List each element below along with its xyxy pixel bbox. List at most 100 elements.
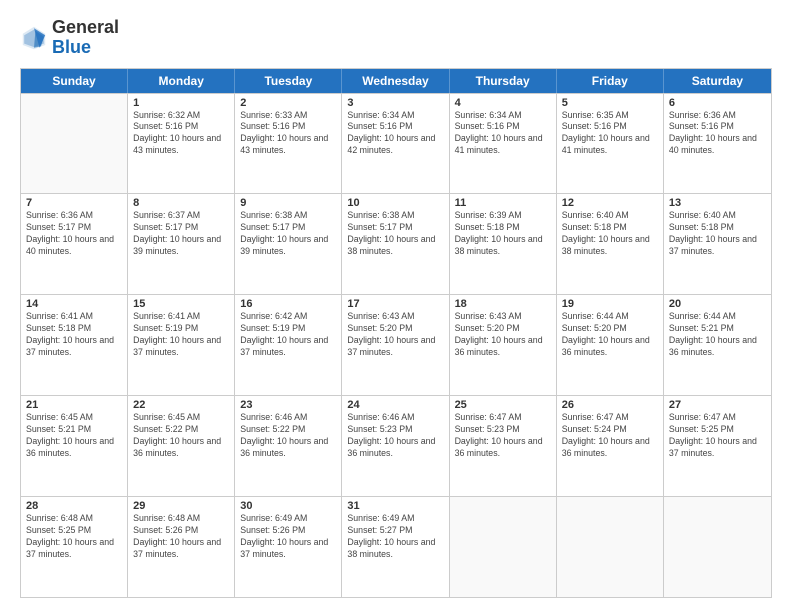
calendar-cell: 9Sunrise: 6:38 AMSunset: 5:17 PMDaylight… (235, 194, 342, 294)
calendar-cell: 12Sunrise: 6:40 AMSunset: 5:18 PMDayligh… (557, 194, 664, 294)
calendar-cell (557, 497, 664, 597)
cell-sun-info: Sunrise: 6:38 AMSunset: 5:17 PMDaylight:… (240, 210, 336, 258)
calendar-row-4: 21Sunrise: 6:45 AMSunset: 5:21 PMDayligh… (21, 395, 771, 496)
cell-sun-info: Sunrise: 6:41 AMSunset: 5:19 PMDaylight:… (133, 311, 229, 359)
day-number: 15 (133, 298, 229, 310)
day-number: 27 (669, 399, 766, 411)
calendar-row-5: 28Sunrise: 6:48 AMSunset: 5:25 PMDayligh… (21, 496, 771, 597)
logo: General Blue (20, 18, 119, 58)
calendar-cell: 2Sunrise: 6:33 AMSunset: 5:16 PMDaylight… (235, 94, 342, 194)
day-number: 22 (133, 399, 229, 411)
header-day-saturday: Saturday (664, 69, 771, 93)
cell-sun-info: Sunrise: 6:47 AMSunset: 5:24 PMDaylight:… (562, 412, 658, 460)
cell-sun-info: Sunrise: 6:47 AMSunset: 5:23 PMDaylight:… (455, 412, 551, 460)
day-number: 2 (240, 97, 336, 109)
cell-sun-info: Sunrise: 6:32 AMSunset: 5:16 PMDaylight:… (133, 110, 229, 158)
cell-sun-info: Sunrise: 6:41 AMSunset: 5:18 PMDaylight:… (26, 311, 122, 359)
day-number: 31 (347, 500, 443, 512)
calendar-cell: 11Sunrise: 6:39 AMSunset: 5:18 PMDayligh… (450, 194, 557, 294)
calendar-body: 1Sunrise: 6:32 AMSunset: 5:16 PMDaylight… (21, 93, 771, 597)
calendar: SundayMondayTuesdayWednesdayThursdayFrid… (20, 68, 772, 598)
calendar-cell: 14Sunrise: 6:41 AMSunset: 5:18 PMDayligh… (21, 295, 128, 395)
day-number: 7 (26, 197, 122, 209)
day-number: 4 (455, 97, 551, 109)
logo-blue: Blue (52, 38, 119, 58)
calendar-cell (664, 497, 771, 597)
calendar-cell: 23Sunrise: 6:46 AMSunset: 5:22 PMDayligh… (235, 396, 342, 496)
calendar-cell: 7Sunrise: 6:36 AMSunset: 5:17 PMDaylight… (21, 194, 128, 294)
cell-sun-info: Sunrise: 6:34 AMSunset: 5:16 PMDaylight:… (347, 110, 443, 158)
calendar-cell: 1Sunrise: 6:32 AMSunset: 5:16 PMDaylight… (128, 94, 235, 194)
day-number: 17 (347, 298, 443, 310)
day-number: 10 (347, 197, 443, 209)
header-day-wednesday: Wednesday (342, 69, 449, 93)
calendar-cell: 10Sunrise: 6:38 AMSunset: 5:17 PMDayligh… (342, 194, 449, 294)
day-number: 18 (455, 298, 551, 310)
calendar-cell: 30Sunrise: 6:49 AMSunset: 5:26 PMDayligh… (235, 497, 342, 597)
cell-sun-info: Sunrise: 6:47 AMSunset: 5:25 PMDaylight:… (669, 412, 766, 460)
day-number: 24 (347, 399, 443, 411)
day-number: 13 (669, 197, 766, 209)
cell-sun-info: Sunrise: 6:34 AMSunset: 5:16 PMDaylight:… (455, 110, 551, 158)
cell-sun-info: Sunrise: 6:43 AMSunset: 5:20 PMDaylight:… (455, 311, 551, 359)
calendar-row-2: 7Sunrise: 6:36 AMSunset: 5:17 PMDaylight… (21, 193, 771, 294)
day-number: 16 (240, 298, 336, 310)
day-number: 14 (26, 298, 122, 310)
day-number: 12 (562, 197, 658, 209)
calendar-header-row: SundayMondayTuesdayWednesdayThursdayFrid… (21, 69, 771, 93)
day-number: 19 (562, 298, 658, 310)
calendar-cell: 18Sunrise: 6:43 AMSunset: 5:20 PMDayligh… (450, 295, 557, 395)
page: General Blue SundayMondayTuesdayWednesda… (0, 0, 792, 612)
cell-sun-info: Sunrise: 6:43 AMSunset: 5:20 PMDaylight:… (347, 311, 443, 359)
cell-sun-info: Sunrise: 6:37 AMSunset: 5:17 PMDaylight:… (133, 210, 229, 258)
calendar-cell: 26Sunrise: 6:47 AMSunset: 5:24 PMDayligh… (557, 396, 664, 496)
cell-sun-info: Sunrise: 6:44 AMSunset: 5:20 PMDaylight:… (562, 311, 658, 359)
logo-icon (20, 24, 48, 52)
header: General Blue (20, 18, 772, 58)
day-number: 8 (133, 197, 229, 209)
calendar-cell: 4Sunrise: 6:34 AMSunset: 5:16 PMDaylight… (450, 94, 557, 194)
cell-sun-info: Sunrise: 6:40 AMSunset: 5:18 PMDaylight:… (669, 210, 766, 258)
day-number: 3 (347, 97, 443, 109)
day-number: 29 (133, 500, 229, 512)
calendar-cell (450, 497, 557, 597)
calendar-cell: 27Sunrise: 6:47 AMSunset: 5:25 PMDayligh… (664, 396, 771, 496)
cell-sun-info: Sunrise: 6:49 AMSunset: 5:26 PMDaylight:… (240, 513, 336, 561)
calendar-row-3: 14Sunrise: 6:41 AMSunset: 5:18 PMDayligh… (21, 294, 771, 395)
header-day-thursday: Thursday (450, 69, 557, 93)
calendar-cell: 19Sunrise: 6:44 AMSunset: 5:20 PMDayligh… (557, 295, 664, 395)
calendar-cell (21, 94, 128, 194)
cell-sun-info: Sunrise: 6:49 AMSunset: 5:27 PMDaylight:… (347, 513, 443, 561)
day-number: 25 (455, 399, 551, 411)
cell-sun-info: Sunrise: 6:44 AMSunset: 5:21 PMDaylight:… (669, 311, 766, 359)
calendar-cell: 25Sunrise: 6:47 AMSunset: 5:23 PMDayligh… (450, 396, 557, 496)
cell-sun-info: Sunrise: 6:45 AMSunset: 5:21 PMDaylight:… (26, 412, 122, 460)
cell-sun-info: Sunrise: 6:45 AMSunset: 5:22 PMDaylight:… (133, 412, 229, 460)
cell-sun-info: Sunrise: 6:48 AMSunset: 5:25 PMDaylight:… (26, 513, 122, 561)
cell-sun-info: Sunrise: 6:39 AMSunset: 5:18 PMDaylight:… (455, 210, 551, 258)
header-day-monday: Monday (128, 69, 235, 93)
header-day-tuesday: Tuesday (235, 69, 342, 93)
day-number: 5 (562, 97, 658, 109)
cell-sun-info: Sunrise: 6:46 AMSunset: 5:22 PMDaylight:… (240, 412, 336, 460)
cell-sun-info: Sunrise: 6:35 AMSunset: 5:16 PMDaylight:… (562, 110, 658, 158)
day-number: 20 (669, 298, 766, 310)
calendar-cell: 3Sunrise: 6:34 AMSunset: 5:16 PMDaylight… (342, 94, 449, 194)
day-number: 21 (26, 399, 122, 411)
logo-general: General (52, 18, 119, 38)
calendar-cell: 8Sunrise: 6:37 AMSunset: 5:17 PMDaylight… (128, 194, 235, 294)
calendar-cell: 13Sunrise: 6:40 AMSunset: 5:18 PMDayligh… (664, 194, 771, 294)
header-day-friday: Friday (557, 69, 664, 93)
day-number: 30 (240, 500, 336, 512)
calendar-cell: 22Sunrise: 6:45 AMSunset: 5:22 PMDayligh… (128, 396, 235, 496)
header-day-sunday: Sunday (21, 69, 128, 93)
calendar-row-1: 1Sunrise: 6:32 AMSunset: 5:16 PMDaylight… (21, 93, 771, 194)
cell-sun-info: Sunrise: 6:42 AMSunset: 5:19 PMDaylight:… (240, 311, 336, 359)
cell-sun-info: Sunrise: 6:48 AMSunset: 5:26 PMDaylight:… (133, 513, 229, 561)
day-number: 9 (240, 197, 336, 209)
day-number: 11 (455, 197, 551, 209)
calendar-cell: 5Sunrise: 6:35 AMSunset: 5:16 PMDaylight… (557, 94, 664, 194)
calendar-cell: 21Sunrise: 6:45 AMSunset: 5:21 PMDayligh… (21, 396, 128, 496)
calendar-cell: 24Sunrise: 6:46 AMSunset: 5:23 PMDayligh… (342, 396, 449, 496)
day-number: 6 (669, 97, 766, 109)
